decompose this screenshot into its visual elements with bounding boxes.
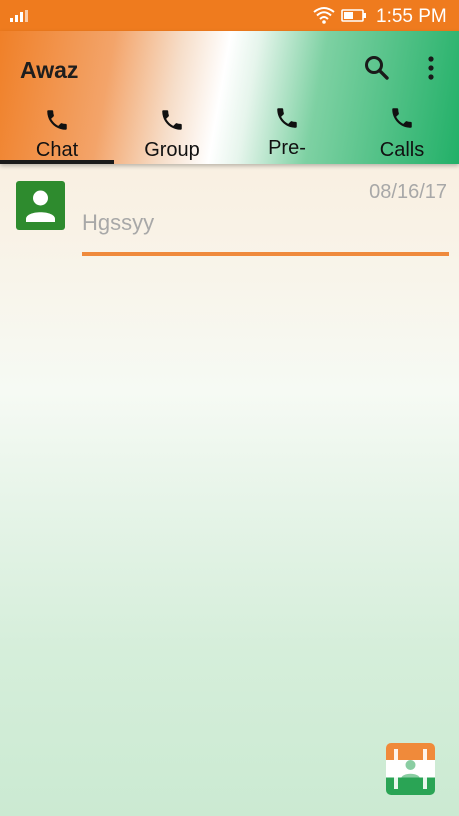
phone-icon: [47, 110, 67, 130]
tab-pre[interactable]: Pre-: [230, 103, 344, 164]
tab-label: Calls: [379, 139, 425, 161]
chat-date: 08/16/17: [369, 181, 447, 203]
app-toolbar: Awaz Chat Group Pre- Calls: [0, 31, 459, 164]
tab-chat[interactable]: Chat: [0, 103, 114, 164]
chat-divider: [82, 252, 449, 256]
app-title: Awaz: [20, 57, 79, 83]
status-bar: 1:55 PM: [0, 0, 459, 31]
battery-icon: [341, 9, 366, 22]
status-time: 1:55 PM: [376, 6, 447, 27]
person-icon: [26, 190, 55, 222]
tab-calls[interactable]: Calls: [345, 103, 459, 164]
wifi-icon: [313, 7, 335, 24]
chat-name: Hgssyy: [82, 210, 155, 235]
new-contact-fab[interactable]: [386, 743, 435, 795]
phone-icon: [162, 110, 182, 130]
search-icon[interactable]: [362, 53, 392, 83]
tab-bar: Chat Group Pre- Calls: [0, 103, 459, 164]
tab-label: Pre-: [268, 137, 306, 159]
chat-list-item[interactable]: 08/16/17 Hgssyy: [0, 164, 459, 262]
tab-label: Group: [144, 139, 200, 161]
tab-label: Chat: [35, 139, 79, 161]
avatar: [16, 181, 65, 230]
contacts-icon: [394, 749, 427, 789]
phone-icon: [277, 108, 297, 128]
more-vert-icon[interactable]: [418, 53, 444, 83]
phone-icon: [392, 108, 412, 128]
signal-icon: [10, 10, 28, 22]
tab-group[interactable]: Group: [115, 103, 229, 164]
